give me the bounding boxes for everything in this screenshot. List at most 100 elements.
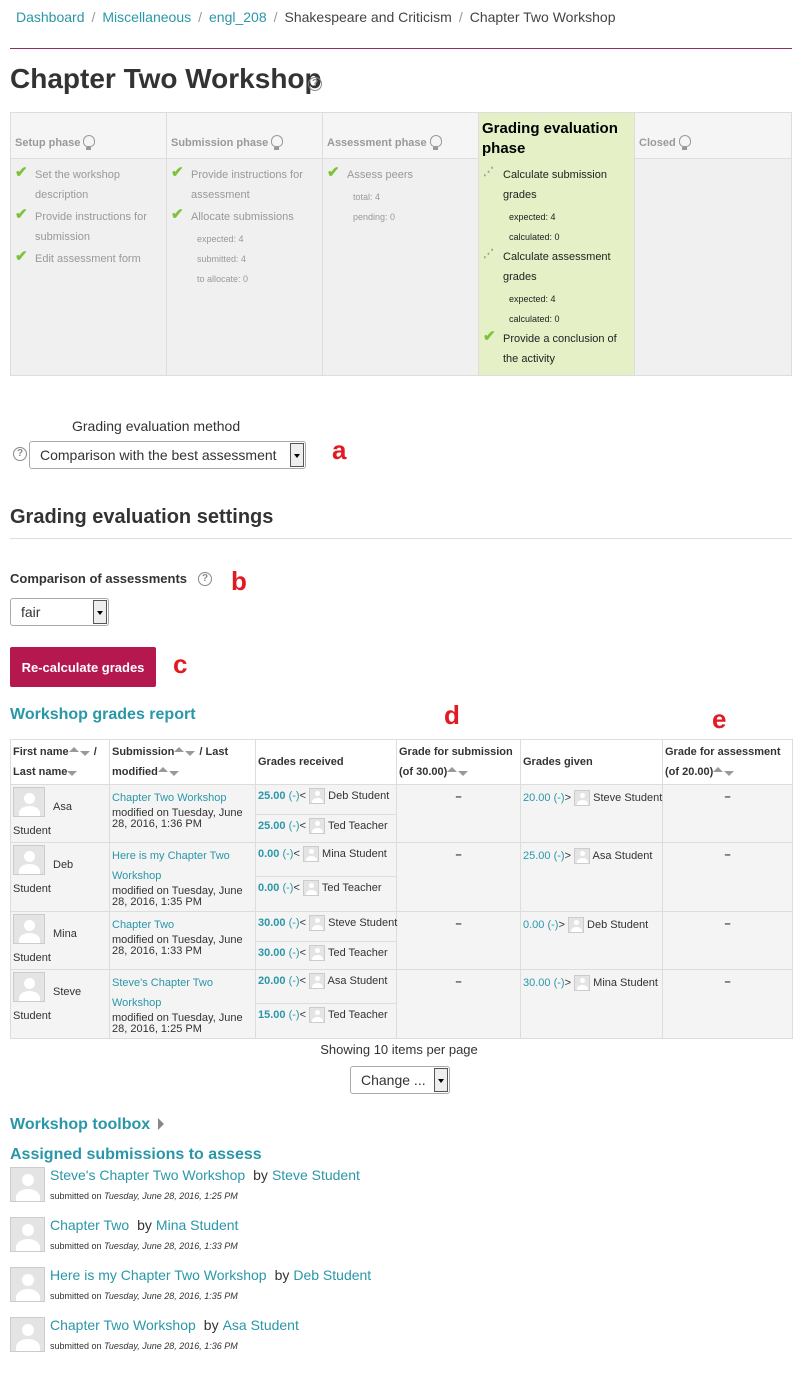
toolbox-label: Workshop toolbox	[10, 1116, 151, 1133]
task-label[interactable]: Allocate submissions	[191, 207, 318, 227]
workshop-phases: Setup phase ✔ Set the workshop descriptio…	[10, 112, 792, 376]
grade-given-value[interactable]: 0.00	[523, 919, 544, 931]
task-label[interactable]: Provide instructions for assessment	[191, 165, 318, 205]
lightbulb-icon[interactable]	[429, 135, 442, 150]
grade-override-link[interactable]: (-)	[289, 820, 300, 832]
task-label[interactable]: Provide instructions for submission	[35, 207, 162, 247]
assigned-author-link[interactable]: Deb Student	[293, 1267, 371, 1283]
participant-last-name[interactable]: Student	[13, 1010, 107, 1022]
grade-given-value[interactable]: 30.00	[523, 977, 551, 989]
sort-arrows-icon[interactable]	[157, 767, 180, 777]
grade-override-link[interactable]: (-)	[289, 917, 300, 929]
grade-received-value[interactable]: 30.00	[258, 947, 286, 959]
breadcrumb-dashboard[interactable]: Dashboard	[16, 9, 85, 25]
task-label[interactable]: Assess peers	[347, 165, 474, 185]
lightbulb-icon[interactable]	[83, 135, 96, 150]
sort-last-name[interactable]: Last name	[13, 766, 67, 778]
phase-header: Grading evaluation phase	[479, 113, 634, 159]
grade-direction: <	[299, 820, 307, 832]
phase-header[interactable]: Setup phase	[11, 113, 166, 159]
grade-received-value[interactable]: 25.00	[258, 790, 286, 802]
grade-given-value[interactable]: 25.00	[523, 850, 551, 862]
lightbulb-icon[interactable]	[271, 135, 284, 150]
sort-first-name[interactable]: First name	[13, 746, 69, 758]
grade-received-value[interactable]: 20.00	[258, 975, 286, 987]
grade-received-value[interactable]: 30.00	[258, 917, 286, 929]
assigned-author-link[interactable]: Asa Student	[223, 1317, 299, 1333]
comparison-select[interactable]: fair	[10, 598, 109, 626]
participant-last-name[interactable]: Student	[13, 883, 107, 895]
grade-received-value[interactable]: 0.00	[258, 848, 279, 860]
grade-override-link[interactable]: (-)	[289, 1009, 300, 1021]
grade-override-link[interactable]: (-)	[554, 792, 565, 804]
user-avatar-icon[interactable]	[13, 845, 45, 875]
task-label[interactable]: Provide a conclusion of the activity	[503, 329, 630, 369]
grade-override-link[interactable]: (-)	[289, 790, 300, 802]
grade-override-link[interactable]: (-)	[554, 850, 565, 862]
assigned-submission-link[interactable]: Chapter Two Workshop	[50, 1317, 196, 1333]
breadcrumb-current: Chapter Two Workshop	[469, 9, 616, 25]
sort-arrows-icon[interactable]	[447, 767, 469, 777]
participant-first-name[interactable]: Mina	[53, 928, 77, 940]
sort-submission[interactable]: Submission	[112, 746, 174, 758]
workshop-toolbox-toggle[interactable]: Workshop toolbox	[10, 1116, 165, 1134]
sort-arrows-icon[interactable]	[67, 767, 89, 777]
lightbulb-icon[interactable]	[678, 135, 691, 150]
grading-method-select[interactable]: Comparison with the best assessment	[29, 441, 306, 469]
sort-grade-for-submission[interactable]: Grade for submission	[399, 746, 513, 758]
breadcrumb-miscellaneous[interactable]: Miscellaneous	[102, 9, 191, 25]
grade-override-link[interactable]: (-)	[554, 977, 565, 989]
task-label[interactable]: Set the workshop description	[35, 165, 162, 205]
task-label[interactable]: Calculate assessment grades	[503, 247, 630, 287]
help-icon[interactable]: ?	[198, 572, 212, 586]
sort-grade-for-assessment[interactable]: Grade for assessment	[665, 746, 781, 758]
grade-for-submission-cell: –	[396, 842, 521, 912]
dropdown-arrow-icon	[93, 600, 107, 624]
phase-header[interactable]: Assessment phase	[323, 113, 478, 159]
breadcrumb-course[interactable]: engl_208	[209, 9, 267, 25]
phase-header[interactable]: Closed	[635, 113, 791, 159]
assigned-submission-link[interactable]: Chapter Two	[50, 1217, 129, 1233]
submitted-on-label: submitted on	[50, 1191, 102, 1201]
table-row: Mina Student Chapter Two modified on Tue…	[10, 911, 793, 970]
grade-received-value[interactable]: 25.00	[258, 820, 286, 832]
assigned-author-link[interactable]: Steve Student	[272, 1167, 360, 1183]
assigned-author-link[interactable]: Mina Student	[156, 1217, 239, 1233]
grade-given-value[interactable]: 20.00	[523, 792, 551, 804]
grade-override-link[interactable]: (-)	[289, 947, 300, 959]
submission-link[interactable]: Chapter Two Workshop	[112, 792, 227, 804]
user-avatar-icon[interactable]	[13, 972, 45, 1002]
user-avatar-icon[interactable]	[13, 787, 45, 817]
task-label[interactable]: Edit assessment form	[35, 249, 162, 269]
sort-arrows-icon[interactable]	[68, 747, 91, 757]
submission-link[interactable]: Steve's Chapter Two Workshop	[112, 977, 213, 1009]
assigned-submission-link[interactable]: Steve's Chapter Two Workshop	[50, 1167, 245, 1183]
help-icon[interactable]: ?	[308, 77, 322, 91]
participant-first-name[interactable]: Asa	[53, 801, 72, 813]
participant-first-name[interactable]: Steve	[53, 986, 81, 998]
phase-header[interactable]: Submission phase	[167, 113, 322, 159]
submission-cell: Steve's Chapter Two Workshop modified on…	[109, 969, 256, 1039]
grade-override-link[interactable]: (-)	[282, 848, 293, 860]
report-title[interactable]: Workshop grades report	[10, 706, 196, 724]
participant-last-name[interactable]: Student	[13, 952, 107, 964]
sort-arrows-icon[interactable]	[174, 747, 196, 757]
recalculate-grades-button[interactable]: Re-calculate grades	[10, 647, 156, 687]
help-icon[interactable]: ?	[13, 447, 27, 461]
user-avatar-icon[interactable]	[13, 914, 45, 944]
col-header-name: First name / Last name	[10, 739, 110, 785]
sort-arrows-icon[interactable]	[713, 767, 735, 777]
per-page-select[interactable]: Change ...	[350, 1066, 450, 1094]
grade-received-value[interactable]: 0.00	[258, 882, 279, 894]
submission-link[interactable]: Here is my Chapter Two Workshop	[112, 850, 230, 882]
grade-override-link[interactable]: (-)	[282, 882, 293, 894]
task-label[interactable]: Calculate submission grades	[503, 165, 630, 205]
breadcrumb-separator: /	[198, 9, 202, 25]
grade-received-value[interactable]: 15.00	[258, 1009, 286, 1021]
grade-override-link[interactable]: (-)	[289, 975, 300, 987]
grade-override-link[interactable]: (-)	[547, 919, 558, 931]
participant-last-name[interactable]: Student	[13, 825, 107, 837]
assigned-submission-link[interactable]: Here is my Chapter Two Workshop	[50, 1267, 267, 1283]
submission-link[interactable]: Chapter Two	[112, 919, 174, 931]
participant-first-name[interactable]: Deb	[53, 859, 73, 871]
